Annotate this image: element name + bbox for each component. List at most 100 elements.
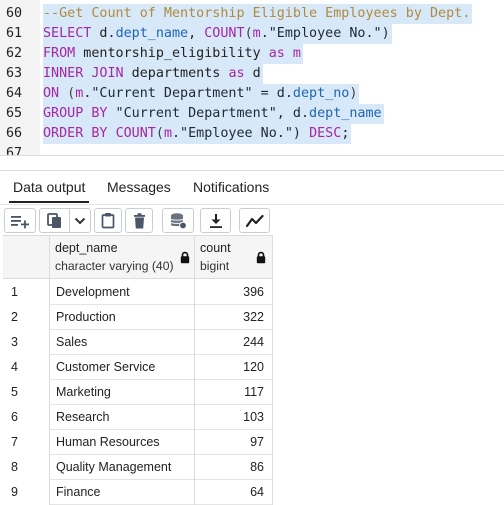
row-number[interactable]: 1 (3, 280, 50, 305)
column-name: count (200, 241, 231, 255)
add-row-button[interactable] (4, 208, 36, 233)
tab-data-output[interactable]: Data output (9, 171, 90, 203)
table-row[interactable]: 1 Development 396 (3, 280, 273, 305)
lock-icon (256, 251, 266, 269)
cell-dept-name[interactable]: Quality Management (50, 455, 195, 480)
column-type: bigint (200, 259, 230, 273)
delete-button[interactable] (125, 208, 153, 233)
line-number: 67 (6, 146, 23, 155)
row-number[interactable]: 5 (3, 380, 50, 405)
code-token: m (252, 26, 261, 41)
results-toolbar (0, 204, 504, 234)
code-token: COUNT (204, 26, 245, 41)
cell-dept-name[interactable]: Marketing (50, 380, 195, 405)
code-token: ; (341, 126, 350, 141)
table-row[interactable]: 2 Production 322 (3, 305, 273, 330)
tab-messages[interactable]: Messages (103, 171, 175, 203)
cell-dept-name[interactable]: Human Resources (50, 430, 195, 455)
code-token: SELECT (43, 26, 92, 41)
table-row[interactable]: 3 Sales 244 (3, 330, 273, 355)
results-panel: Data output Messages Notifications dept_… (0, 170, 504, 505)
cell-dept-name[interactable]: Development (50, 280, 195, 305)
code-token: mentorship_eligibility (75, 46, 269, 61)
table-row[interactable]: 9 Finance 64 (3, 480, 273, 505)
tab-notifications[interactable]: Notifications (189, 171, 273, 203)
table-row[interactable]: 8 Quality Management 86 (3, 455, 273, 480)
code-line[interactable]: 62 FROM mentorship_eligibility as m (0, 44, 504, 64)
column-header-count[interactable]: count bigint (195, 236, 273, 280)
cell-count[interactable]: 117 (195, 380, 273, 405)
line-number: 65 (6, 106, 23, 121)
code-token: ( (155, 126, 164, 141)
code-line[interactable]: 66 ORDER BY COUNT(m."Employee No.") DESC; (0, 124, 504, 144)
copy-button[interactable] (39, 208, 91, 233)
cell-count[interactable]: 396 (195, 280, 273, 305)
row-number[interactable]: 6 (3, 405, 50, 430)
line-number: 61 (6, 26, 23, 41)
code-token: as (268, 46, 285, 61)
download-icon (209, 213, 223, 229)
paste-button[interactable] (94, 208, 122, 233)
cell-dept-name[interactable]: Finance (50, 480, 195, 505)
cell-dept-name[interactable]: Sales (50, 330, 195, 355)
delete-icon (133, 212, 146, 229)
cell-count[interactable]: 244 (195, 330, 273, 355)
code-token: departments (123, 66, 229, 81)
table-row[interactable]: 4 Customer Service 120 (3, 355, 273, 380)
code-token: ON (43, 86, 60, 101)
editor-divider (0, 155, 504, 156)
code-token: ) (349, 86, 358, 101)
sql-editor[interactable]: 60 --Get Count of Mentorship Eligible Emp… (0, 0, 504, 155)
row-number[interactable]: 9 (3, 480, 50, 505)
row-number[interactable]: 3 (3, 330, 50, 355)
row-number[interactable]: 4 (3, 355, 50, 380)
row-number[interactable]: 8 (3, 455, 50, 480)
code-token: --Get Count of Mentorship Eligible Emplo… (43, 6, 471, 21)
cell-count[interactable]: 97 (195, 430, 273, 455)
split-divider (68, 209, 70, 232)
database-icon (169, 212, 187, 230)
cell-dept-name[interactable]: Production (50, 305, 195, 330)
cell-dept-name[interactable]: Research (50, 405, 195, 430)
code-token: ."Employee No.") (260, 26, 390, 41)
cell-count[interactable]: 322 (195, 305, 273, 330)
code-text: ORDER BY COUNT(m."Employee No.") DESC; (43, 124, 352, 144)
code-line[interactable]: 60 --Get Count of Mentorship Eligible Emp… (0, 4, 504, 24)
cell-count[interactable]: 86 (195, 455, 273, 480)
code-line[interactable]: 61 SELECT d.dept_name, COUNT(m."Employee … (0, 24, 504, 44)
download-button[interactable] (200, 208, 231, 233)
code-text: INNER JOIN departments as d (43, 64, 263, 84)
code-line[interactable]: 67 (0, 144, 504, 155)
code-line[interactable]: 65 GROUP BY "Current Department", d.dept_… (0, 104, 504, 124)
cell-count[interactable]: 120 (195, 355, 273, 380)
code-token: FROM (43, 46, 76, 61)
chevron-down-icon[interactable] (74, 216, 86, 226)
code-token: , (188, 26, 205, 41)
graph-visualiser-button[interactable] (239, 208, 270, 233)
column-header-dept-name[interactable]: dept_name character varying (40) (50, 236, 195, 280)
code-line[interactable]: 63 INNER JOIN departments as d (0, 64, 504, 84)
save-data-button[interactable] (162, 208, 194, 233)
code-token: DESC (309, 126, 342, 141)
code-token: dept_name (115, 26, 189, 41)
code-token: COUNT (115, 126, 156, 141)
column-type: character varying (40) (55, 259, 174, 273)
row-number[interactable]: 7 (3, 430, 50, 455)
code-token: ."Current Department" = d. (83, 86, 293, 101)
row-number[interactable]: 2 (3, 305, 50, 330)
cell-dept-name[interactable]: Customer Service (50, 355, 195, 380)
table-row[interactable]: 5 Marketing 117 (3, 380, 273, 405)
table-row[interactable]: 6 Research 103 (3, 405, 273, 430)
code-token: d. (91, 26, 116, 41)
code-token: ( (244, 26, 253, 41)
add-row-icon (9, 213, 31, 229)
cell-count[interactable]: 64 (195, 480, 273, 505)
table-row[interactable]: 7 Human Resources 97 (3, 430, 273, 455)
paste-icon (101, 212, 115, 229)
code-text: SELECT d.dept_name, COUNT(m."Employee No… (43, 24, 392, 44)
code-token: ORDER BY (43, 126, 108, 141)
line-number: 66 (6, 126, 23, 141)
cell-count[interactable]: 103 (195, 405, 273, 430)
code-line[interactable]: 64 ON (m."Current Department" = d.dept_no… (0, 84, 504, 104)
